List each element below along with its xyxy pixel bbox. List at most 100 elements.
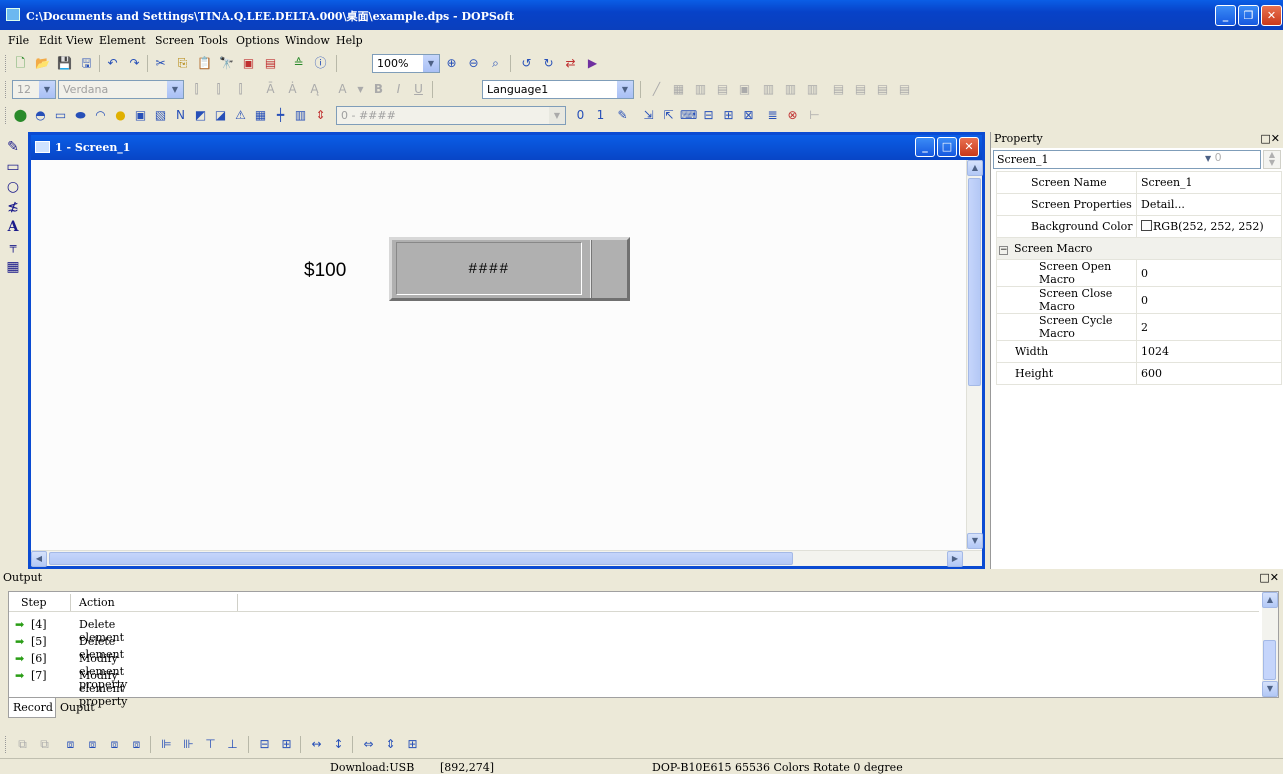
trend-icon[interactable]: ◩ (192, 107, 209, 124)
property-value[interactable]: 1024 (1136, 340, 1282, 363)
property-value-color[interactable]: RGB(252, 252, 252) (1136, 215, 1282, 238)
close-button[interactable]: ✕ (1261, 5, 1282, 26)
menu-options[interactable]: Options (236, 34, 279, 47)
layout-b-icon[interactable]: ▥ (692, 81, 709, 98)
copy-icon[interactable]: ⎘ (174, 55, 191, 72)
property-row[interactable]: Screen Close Macro 0 (996, 286, 1282, 314)
property-row[interactable]: Width 1024 (996, 340, 1282, 363)
menu-element[interactable]: Element (99, 34, 146, 47)
numeric-input-icon[interactable]: N (172, 107, 189, 124)
menu-edit[interactable]: Edit (39, 34, 62, 47)
property-value[interactable]: 0 (1136, 286, 1282, 314)
bold-icon[interactable]: B (370, 81, 387, 98)
keyboard-icon[interactable]: ⌨ (680, 107, 697, 124)
zoom-in-icon[interactable]: ⊕ (443, 55, 460, 72)
space-horizontal-icon[interactable]: ↔ (308, 736, 325, 753)
menu-screen[interactable]: Screen (155, 34, 194, 47)
font-color-icon[interactable]: A (334, 81, 351, 98)
scroll-down-icon[interactable]: ▼ (1262, 681, 1278, 697)
property-icon[interactable]: ≣ (764, 107, 781, 124)
property-group[interactable]: − Screen Macro (996, 237, 1282, 260)
delete-icon[interactable]: ⊗ (784, 107, 801, 124)
open-icon[interactable]: 📂 (34, 55, 51, 72)
save-icon[interactable]: 💾 (56, 55, 73, 72)
property-row[interactable]: Background Color RGB(252, 252, 252) (996, 215, 1282, 238)
state-edit-icon[interactable]: ✎ (614, 107, 631, 124)
output-scrollbar[interactable]: ▲ ▼ (1262, 592, 1278, 697)
price-label[interactable]: $100 (304, 260, 346, 282)
bring-forward-icon[interactable]: ⧈ (106, 736, 123, 753)
same-width-icon[interactable]: ⇔ (360, 736, 377, 753)
layout-j-icon[interactable]: ▤ (874, 81, 891, 98)
align-center-icon[interactable]: ⫿ (210, 81, 227, 98)
align-top-icon[interactable]: Ā (262, 81, 279, 98)
screen-restore-button[interactable]: □ (937, 137, 957, 157)
chevron-down-icon[interactable]: ▼ (352, 81, 369, 98)
zoom-select[interactable]: 100% ▼ (372, 54, 440, 73)
send-backward-icon[interactable]: ⧈ (128, 736, 145, 753)
same-height-icon[interactable]: ⇕ (382, 736, 399, 753)
paste-icon[interactable]: 📋 (196, 55, 213, 72)
property-panel-buttons[interactable]: □✕ (1260, 132, 1280, 145)
italic-icon[interactable]: I (390, 81, 407, 98)
polyline-icon[interactable]: ≴ (4, 198, 22, 216)
menu-tools[interactable]: Tools (199, 34, 228, 47)
save-as-icon[interactable]: 🖫 (78, 55, 95, 72)
restore-button[interactable]: ❐ (1238, 5, 1259, 26)
menu-file[interactable]: File (8, 34, 29, 47)
column-action[interactable]: Action (79, 596, 115, 609)
compile-icon[interactable]: ≙ (290, 55, 307, 72)
screen-minimize-button[interactable]: _ (915, 137, 935, 157)
align-middle-icon[interactable]: Ȧ (284, 81, 301, 98)
center-vertical-icon[interactable]: ⊞ (278, 736, 295, 753)
text-icon[interactable]: A (4, 218, 22, 236)
property-value[interactable]: 0 (1136, 259, 1282, 287)
property-object-select[interactable]: Screen_1 ▼ 0 (993, 150, 1261, 169)
import-icon[interactable]: ⇲ (640, 107, 657, 124)
undo-icon[interactable]: ↶ (104, 55, 121, 72)
slider-icon[interactable]: ┿ (272, 107, 289, 124)
spin-arrows-icon[interactable]: ▲ ▼ (1263, 150, 1281, 169)
layout-g-icon[interactable]: ▥ (804, 81, 821, 98)
align-bottom-edge-icon[interactable]: ⊥ (224, 736, 241, 753)
align-top-edge-icon[interactable]: ⊤ (202, 736, 219, 753)
lamp-icon[interactable]: ● (112, 107, 129, 124)
alarm-icon[interactable]: ⚠ (232, 107, 249, 124)
simulate-icon[interactable]: ⇄ (562, 55, 579, 72)
vertical-scrollbar[interactable]: ▲ ▼ (966, 160, 983, 549)
bring-front-icon[interactable]: ⧈ (62, 736, 79, 753)
output-panel-buttons[interactable]: □✕ (1259, 571, 1279, 584)
underline-icon[interactable]: U (410, 81, 427, 98)
pencil-icon[interactable]: ✎ (4, 138, 22, 156)
language-select[interactable]: Language1 ▼ (482, 80, 634, 99)
new-icon[interactable]: 🗋 (12, 55, 29, 72)
redo-icon[interactable]: ↷ (126, 55, 143, 72)
layout-k-icon[interactable]: ▤ (896, 81, 913, 98)
center-horizontal-icon[interactable]: ⊟ (256, 736, 273, 753)
layout-f-icon[interactable]: ▥ (782, 81, 799, 98)
layout-d-icon[interactable]: ▣ (736, 81, 753, 98)
scroll-right-icon[interactable]: ▶ (947, 551, 963, 567)
upload-icon[interactable]: ▤ (262, 55, 279, 72)
xy-chart-icon[interactable]: ◪ (212, 107, 229, 124)
align-left-icon[interactable]: ⫿ (188, 81, 205, 98)
circle-icon[interactable]: ○ (4, 178, 22, 196)
export-icon[interactable]: ⇱ (660, 107, 677, 124)
layout-i-icon[interactable]: ▤ (852, 81, 869, 98)
rotate-right-icon[interactable]: ↻ (540, 55, 557, 72)
layout-e-icon[interactable]: ▥ (760, 81, 777, 98)
align-left-edge-icon[interactable]: ⊫ (158, 736, 175, 753)
property-spin[interactable]: ▼ 0 (1204, 150, 1249, 169)
font-name-select[interactable]: Verdana (58, 80, 168, 99)
property-row[interactable]: Height 600 (996, 362, 1282, 385)
font-size-select[interactable]: 12 ▼ (12, 80, 56, 99)
scroll-left-icon[interactable]: ◀ (31, 551, 47, 567)
scale-icon[interactable]: ╤ (4, 238, 22, 256)
column-step[interactable]: Step (21, 596, 47, 609)
grid-icon[interactable]: ⊢ (806, 107, 823, 124)
meter-icon[interactable]: ◓ (32, 107, 49, 124)
screen-prev-icon[interactable]: ⊟ (700, 107, 717, 124)
horizontal-scrollbar[interactable]: ◀ ▶ (31, 550, 982, 567)
menu-window[interactable]: Window (285, 34, 330, 47)
screen-canvas[interactable]: $100 #### (31, 160, 966, 549)
